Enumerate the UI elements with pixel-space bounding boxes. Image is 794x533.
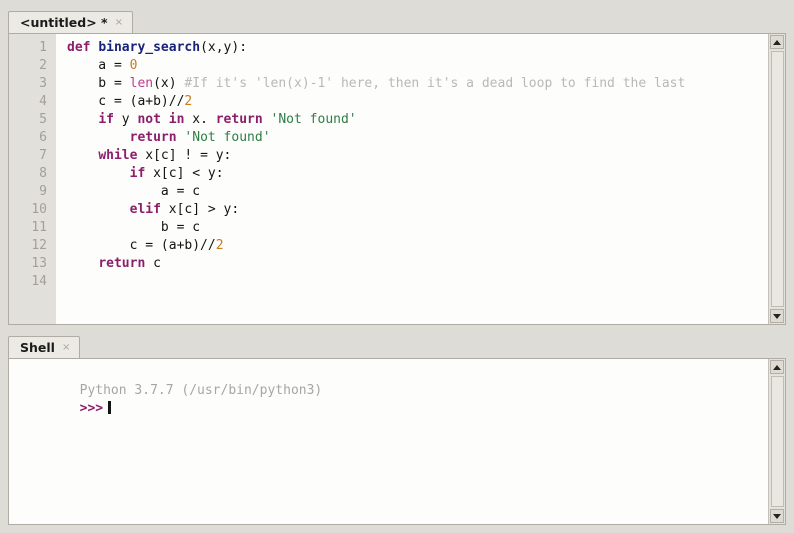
shell-output-area[interactable]: Python 3.7.7 (/usr/bin/python3) >>>: [9, 359, 768, 524]
code-token-pl: x[c] > y:: [160, 202, 240, 217]
code-line[interactable]: c = (a+b)//2: [67, 237, 768, 255]
tab-shell[interactable]: Shell ×: [8, 336, 81, 358]
editor-scrollbar-thumb[interactable]: [771, 51, 784, 307]
code-token-kw: return: [215, 112, 263, 127]
editor-vertical-scrollbar[interactable]: [768, 34, 785, 324]
code-token-pl: x[c] < y:: [145, 166, 224, 181]
scroll-up-button[interactable]: [770, 35, 784, 49]
code-line[interactable]: def binary_search(x,y):: [67, 39, 768, 57]
code-token-kw: while: [98, 148, 138, 163]
text-cursor: [108, 401, 112, 414]
code-token-pl: b =: [67, 76, 130, 91]
code-line[interactable]: while x[c] ! = y:: [67, 147, 768, 165]
tab-untitled-label: <untitled> *: [20, 15, 108, 30]
code-line[interactable]: [67, 273, 768, 291]
chevron-down-icon: [773, 313, 781, 319]
code-token-kw: if: [129, 166, 146, 181]
line-number: 4: [39, 94, 47, 109]
code-token-kw: elif: [129, 202, 161, 217]
code-token-pl: x[c] ! = y:: [137, 148, 232, 163]
code-line[interactable]: if y not in x. return 'Not found': [67, 111, 768, 129]
code-token-kw: def: [67, 40, 91, 55]
code-editor-panel: 1 2 3 4 5 6 7 8 9 10 11 12 13 14 def binary_search(x,…: [8, 33, 786, 325]
line-number: 9: [39, 184, 47, 199]
code-token-pl: (x,y):: [200, 40, 248, 55]
scroll-down-button[interactable]: [770, 509, 784, 523]
code-token-pl: a = c: [67, 184, 201, 199]
shell-banner-line: Python 3.7.7 (/usr/bin/python3): [17, 364, 768, 398]
code-token-pl: x.: [184, 112, 216, 127]
chevron-up-icon: [773, 364, 781, 370]
code-token-kw: return: [98, 256, 146, 271]
tab-shell-label: Shell: [20, 340, 55, 355]
line-number: 8: [39, 166, 47, 181]
code-line[interactable]: return c: [67, 255, 768, 273]
thonny-window: <untitled> * × 1 2 3 4 5 6 7 8 9 10 11 12 13 14 def b…: [0, 0, 794, 533]
code-token-bi: len: [129, 76, 154, 91]
code-token-pl: (x): [153, 76, 185, 91]
code-token-pl: a =: [67, 58, 130, 73]
line-number: 14: [31, 274, 47, 289]
shell-panel: Python 3.7.7 (/usr/bin/python3) >>>: [8, 358, 786, 525]
line-number: 7: [39, 148, 47, 163]
line-number: 3: [39, 76, 47, 91]
code-token-str: 'Not found': [184, 130, 271, 145]
close-icon[interactable]: ×: [113, 17, 123, 28]
scroll-down-button[interactable]: [770, 309, 784, 323]
code-token-pl: c: [145, 256, 161, 271]
code-line[interactable]: if x[c] < y:: [67, 165, 768, 183]
code-text-area[interactable]: def binary_search(x,y): a = 0 b = len(x)…: [56, 34, 768, 324]
line-number: 12: [31, 238, 47, 253]
code-line[interactable]: a = 0: [67, 57, 768, 75]
code-token-num: 2: [184, 94, 193, 109]
code-line[interactable]: a = c: [67, 183, 768, 201]
code-token-kw: not in: [137, 112, 185, 127]
line-number: 6: [39, 130, 47, 145]
shell-vertical-scrollbar[interactable]: [768, 359, 785, 524]
line-number: 1: [39, 40, 47, 55]
line-number: 13: [31, 256, 47, 271]
scroll-up-button[interactable]: [770, 360, 784, 374]
code-line[interactable]: b = len(x) #If it's 'len(x)-1' here, the…: [67, 75, 768, 93]
line-number: 5: [39, 112, 47, 127]
code-token-pl: c = (a+b)//: [67, 94, 185, 109]
chevron-down-icon: [773, 513, 781, 519]
code-line[interactable]: b = c: [67, 219, 768, 237]
line-number: 10: [31, 202, 47, 217]
code-token-num: 0: [129, 58, 138, 73]
code-token-com: #If it's 'len(x)-1' here, then it's a de…: [184, 76, 686, 91]
line-number: 11: [31, 220, 47, 235]
code-token-fn: binary_search: [98, 40, 201, 55]
code-line[interactable]: elif x[c] > y:: [67, 201, 768, 219]
editor-tabstrip: <untitled> * ×: [8, 7, 133, 33]
shell-scrollbar-thumb[interactable]: [771, 376, 784, 507]
line-number-gutter: 1 2 3 4 5 6 7 8 9 10 11 12 13 14: [9, 34, 56, 324]
code-token-str: 'Not found': [270, 112, 357, 127]
code-token-pl: y: [113, 112, 138, 127]
code-token-pl: c = (a+b)//: [67, 238, 216, 253]
chevron-up-icon: [773, 39, 781, 45]
line-number: 2: [39, 58, 47, 73]
code-token-num: 2: [215, 238, 224, 253]
code-line[interactable]: c = (a+b)//2: [67, 93, 768, 111]
shell-prompt-symbol: >>>: [79, 401, 104, 416]
shell-banner-text: Python 3.7.7 (/usr/bin/python3): [79, 383, 323, 398]
tab-untitled[interactable]: <untitled> * ×: [8, 11, 133, 33]
code-token-pl: b = c: [67, 220, 201, 235]
shell-tabstrip: Shell ×: [8, 332, 81, 358]
code-editor-area[interactable]: 1 2 3 4 5 6 7 8 9 10 11 12 13 14 def binary_search(x,…: [9, 34, 768, 324]
close-icon[interactable]: ×: [60, 342, 70, 353]
code-line[interactable]: return 'Not found': [67, 129, 768, 147]
code-token-kw: if: [98, 112, 114, 127]
code-token-kw: return: [129, 130, 177, 145]
